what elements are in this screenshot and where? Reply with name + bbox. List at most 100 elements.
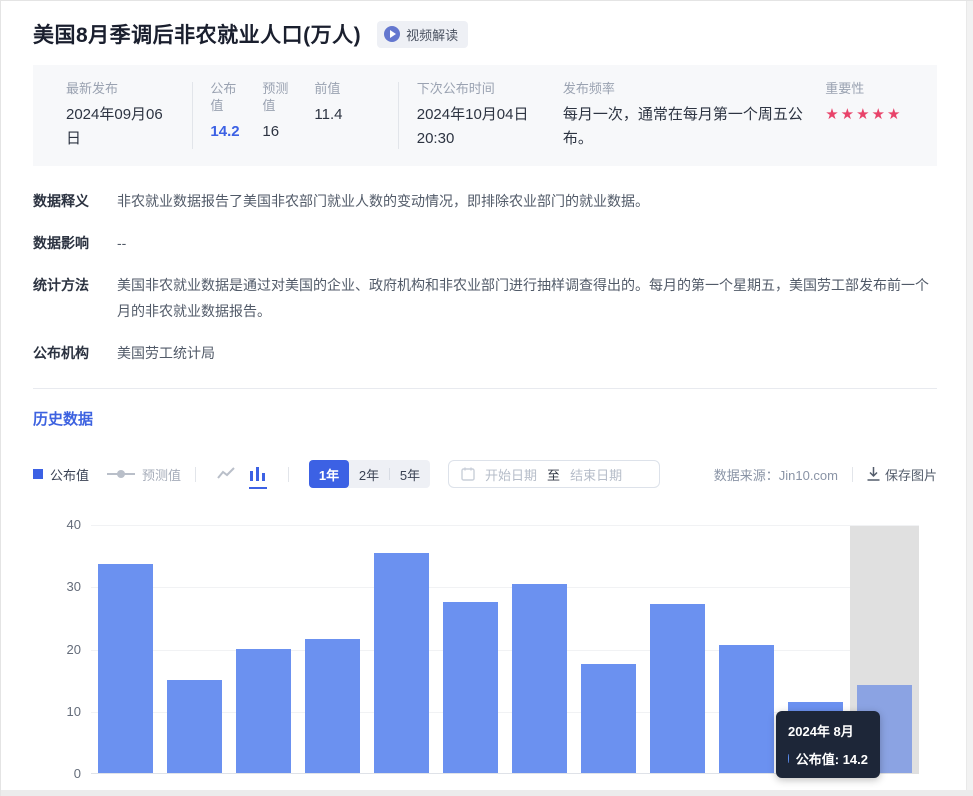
bar-2024年 5月[interactable] bbox=[650, 604, 705, 773]
end-date-input[interactable]: 结束日期 bbox=[570, 465, 622, 484]
history-section-title: 历史数据 bbox=[33, 408, 937, 429]
legend-published-toggle[interactable]: 公布值 bbox=[33, 465, 89, 484]
y-axis-tick-label: 20 bbox=[41, 642, 81, 657]
desc-label: 统计方法 bbox=[33, 272, 107, 324]
tooltip-row: 公布值: 14.2 bbox=[788, 749, 868, 768]
page: 美国8月季调后非农就业人口(万人) 视频解读 最新发布 2024年09月06日 … bbox=[0, 0, 973, 796]
tooltip-title: 2024年 8月 bbox=[788, 721, 868, 740]
stats-divider bbox=[398, 82, 399, 149]
bar-2023年 12月[interactable] bbox=[305, 639, 360, 773]
controls-divider bbox=[195, 467, 196, 482]
bar-2024年 1月[interactable] bbox=[374, 553, 429, 773]
desc-content: 美国非农就业数据是通过对美国的企业、政府机构和非农业部门进行抽样调查得出的。每月… bbox=[117, 272, 937, 324]
stat-value-published: 14.2 bbox=[210, 120, 244, 144]
stat-frequency: 发布频率 每月一次，通常在每月第一个周五公布。 bbox=[563, 80, 825, 151]
desc-content: 非农就业数据报告了美国非农部门就业人数的变动情况，即排除农业部门的就业数据。 bbox=[117, 188, 649, 214]
desc-content: -- bbox=[117, 230, 126, 256]
bar-2024年 6月[interactable] bbox=[719, 645, 774, 773]
video-explain-button[interactable]: 视频解读 bbox=[377, 21, 468, 48]
line-chart-icon[interactable] bbox=[215, 463, 237, 485]
section-divider bbox=[33, 388, 937, 389]
importance-stars: ★★★★★ bbox=[825, 105, 909, 123]
page-title: 美国8月季调后非农就业人口(万人) bbox=[33, 19, 361, 49]
plot-area[interactable]: 0102030402023年 9月2023年 11月2024年 1月2024年 … bbox=[91, 525, 919, 774]
stat-value: 2024年09月06日 bbox=[66, 103, 174, 151]
bar-2023年 10月[interactable] bbox=[167, 680, 222, 773]
stat-label: 预测值 bbox=[262, 80, 296, 114]
controls-divider bbox=[852, 467, 853, 482]
stat-label: 最新发布 bbox=[66, 80, 174, 97]
range-5y-button[interactable]: 5年 bbox=[390, 460, 430, 488]
data-source-label: 数据来源：Jin10.com bbox=[714, 465, 838, 484]
gridline bbox=[91, 587, 919, 588]
stat-label: 公布值 bbox=[210, 80, 244, 114]
y-axis-tick-label: 0 bbox=[41, 766, 81, 781]
tooltip-value: 公布值: 14.2 bbox=[796, 749, 868, 768]
y-axis-tick-label: 40 bbox=[41, 517, 81, 532]
stats-bar: 最新发布 2024年09月06日 公布值 14.2 预测值 16 前值 11.4 bbox=[33, 65, 937, 166]
stat-value: 16 bbox=[262, 120, 296, 144]
main-content: 美国8月季调后非农就业人口(万人) 视频解读 最新发布 2024年09月06日 … bbox=[1, 1, 973, 796]
stat-value: 每月一次，通常在每月第一个周五公布。 bbox=[563, 103, 825, 151]
stat-forecast: 预测值 16 bbox=[262, 80, 296, 151]
bar-series-swatch-icon bbox=[33, 469, 43, 479]
bar-chart-icon[interactable] bbox=[247, 463, 269, 485]
stat-label: 重要性 bbox=[825, 80, 909, 97]
stat-importance: 重要性 ★★★★★ bbox=[825, 80, 909, 151]
desc-row-meaning: 数据释义 非农就业数据报告了美国非农部门就业人数的变动情况，即排除农业部门的就业… bbox=[33, 188, 937, 214]
bar-2024年 3月[interactable] bbox=[512, 584, 567, 773]
range-2y-button[interactable]: 2年 bbox=[349, 460, 389, 488]
stat-label: 前值 bbox=[314, 80, 342, 97]
desc-content: 美国劳工统计局 bbox=[117, 340, 215, 366]
desc-label: 数据释义 bbox=[33, 188, 107, 214]
line-series-swatch-icon bbox=[107, 470, 135, 478]
save-image-label: 保存图片 bbox=[885, 465, 937, 484]
date-to-label: 至 bbox=[547, 465, 560, 484]
desc-label: 公布机构 bbox=[33, 340, 107, 366]
y-axis-tick-label: 30 bbox=[41, 579, 81, 594]
calendar-icon bbox=[461, 467, 475, 481]
bar-2023年 11月[interactable] bbox=[236, 649, 291, 773]
stat-numbers: 公布值 14.2 预测值 16 前值 11.4 bbox=[210, 80, 379, 151]
stat-label: 下次公布时间 bbox=[417, 80, 539, 97]
legend-label: 公布值 bbox=[50, 465, 89, 484]
history-bar-chart: 0102030402023年 9月2023年 11月2024年 1月2024年 … bbox=[33, 508, 937, 796]
range-selector: 1年 2年 5年 bbox=[309, 460, 430, 488]
y-axis-tick-label: 10 bbox=[41, 704, 81, 719]
desc-row-impact: 数据影响 -- bbox=[33, 230, 937, 256]
bar-2024年 4月[interactable] bbox=[581, 664, 636, 773]
stat-published: 公布值 14.2 bbox=[210, 80, 244, 151]
legend-forecast-toggle[interactable]: 预测值 bbox=[107, 465, 181, 484]
page-bottom-edge bbox=[1, 790, 973, 796]
start-date-input[interactable]: 开始日期 bbox=[485, 465, 537, 484]
controls-divider bbox=[288, 467, 289, 482]
page-scrollbar[interactable] bbox=[966, 1, 973, 796]
bar-2024年 2月[interactable] bbox=[443, 602, 498, 773]
save-image-button[interactable]: 保存图片 bbox=[867, 465, 937, 484]
stat-label: 发布频率 bbox=[563, 80, 825, 97]
play-icon bbox=[384, 26, 400, 42]
series-dot-icon bbox=[788, 754, 789, 763]
chart-tooltip: 2024年 8月 公布值: 14.2 bbox=[776, 711, 880, 778]
video-badge-label: 视频解读 bbox=[406, 25, 458, 44]
download-icon bbox=[867, 467, 880, 481]
stats-divider bbox=[192, 82, 193, 149]
gridline bbox=[91, 525, 919, 526]
bar-2023年 9月[interactable] bbox=[98, 564, 153, 773]
stat-value: 11.4 bbox=[314, 103, 342, 127]
stat-previous: 前值 11.4 bbox=[314, 80, 342, 151]
date-range-picker[interactable]: 开始日期 至 结束日期 bbox=[448, 460, 660, 488]
stat-next-release: 下次公布时间 2024年10月04日 20:30 bbox=[417, 80, 539, 151]
desc-row-method: 统计方法 美国非农就业数据是通过对美国的企业、政府机构和非农业部门进行抽样调查得… bbox=[33, 272, 937, 324]
right-tools: 数据来源：Jin10.com 保存图片 bbox=[714, 465, 937, 484]
description-section: 数据释义 非农就业数据报告了美国非农部门就业人数的变动情况，即排除农业部门的就业… bbox=[33, 188, 937, 366]
title-row: 美国8月季调后非农就业人口(万人) 视频解读 bbox=[33, 19, 937, 49]
stat-value: 2024年10月04日 20:30 bbox=[417, 103, 539, 151]
gridline bbox=[91, 650, 919, 651]
legend-label: 预测值 bbox=[142, 465, 181, 484]
range-1y-button[interactable]: 1年 bbox=[309, 460, 349, 488]
desc-label: 数据影响 bbox=[33, 230, 107, 256]
stat-latest-release: 最新发布 2024年09月06日 bbox=[66, 80, 174, 151]
chart-controls: 公布值 预测值 1年 2年 5年 开始日期 bbox=[33, 460, 937, 488]
desc-row-agency: 公布机构 美国劳工统计局 bbox=[33, 340, 937, 366]
